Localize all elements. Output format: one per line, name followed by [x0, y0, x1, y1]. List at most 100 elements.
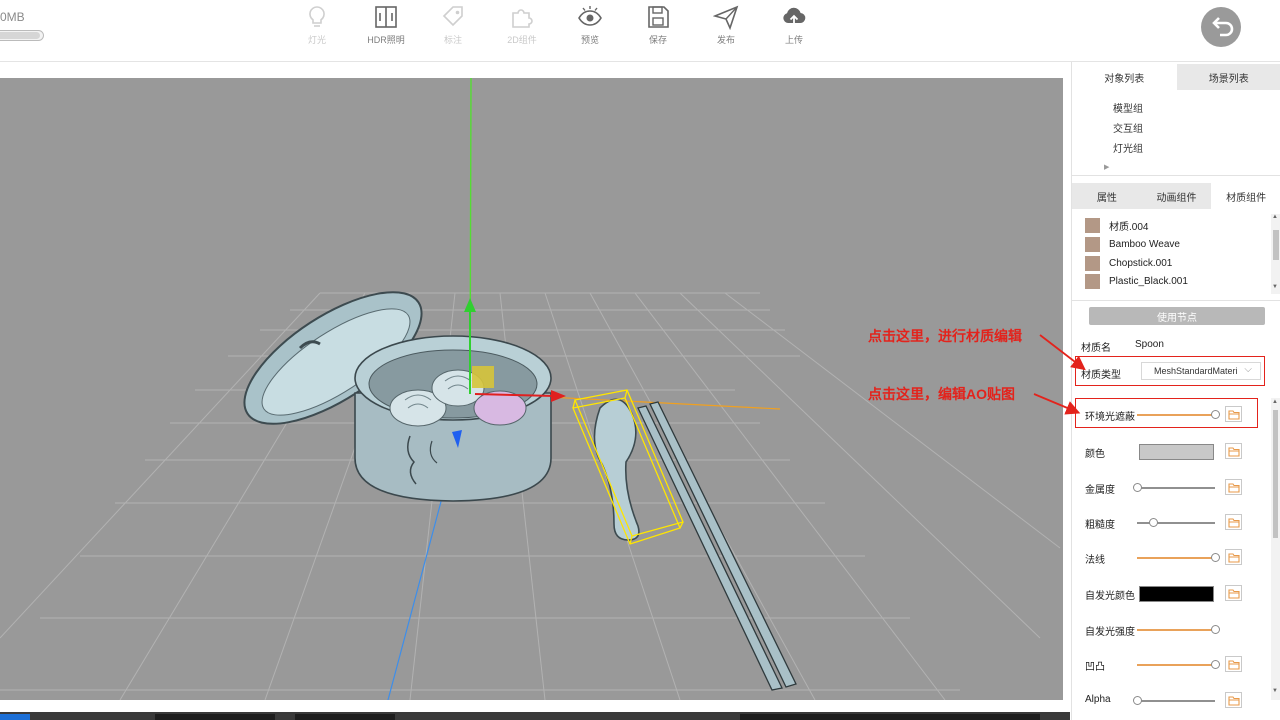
2d-component-tool-button[interactable]: 2D组件	[490, 2, 554, 52]
highlight-box-material-type	[1075, 356, 1265, 386]
preview-tool-button[interactable]: 预览	[558, 2, 622, 52]
object-scene-tabs: 对象列表 场景列表	[1072, 64, 1280, 90]
highlight-box-ao	[1075, 398, 1258, 428]
divider	[1072, 300, 1280, 301]
property-slider-knob[interactable]	[1133, 696, 1142, 705]
property-label: 颜色	[1085, 449, 1105, 460]
tree-item-interaction-group[interactable]: 交互组	[1113, 120, 1143, 135]
annotation-callout-ao-map: 点击这里，编辑AO贴图	[868, 386, 1015, 402]
texture-folder-button[interactable]	[1225, 549, 1242, 565]
property-slider-track[interactable]	[1137, 629, 1215, 631]
spoon	[593, 398, 640, 541]
properties-panel: 对象列表 场景列表 ▶ 模型组 交互组 灯光组 属性 动画组件 材质组件 材质.…	[1071, 62, 1280, 720]
property-label: 金属度	[1085, 485, 1115, 496]
tab-animation-component[interactable]: 动画组件	[1141, 183, 1212, 209]
property-slider-knob[interactable]	[1211, 625, 1220, 634]
properties-scrollbar[interactable]: ▲ ▼	[1271, 398, 1280, 700]
taskbar-segment	[0, 714, 30, 720]
material-name: 材质.004	[1109, 221, 1149, 233]
memory-usage-fill	[0, 32, 40, 39]
property-slider-knob[interactable]	[1211, 553, 1220, 562]
tree-item-light-group[interactable]: 灯光组	[1113, 140, 1143, 155]
back-arrow-icon	[1212, 17, 1234, 37]
save-icon	[648, 6, 669, 28]
use-nodes-button[interactable]: 使用节点	[1089, 307, 1265, 325]
property-slider-knob[interactable]	[1211, 660, 1220, 669]
property-slider-knob[interactable]	[1133, 483, 1142, 492]
memory-usage-bar	[0, 30, 44, 41]
texture-folder-button[interactable]	[1225, 585, 1242, 601]
material-name-value: Spoon	[1135, 339, 1164, 350]
scroll-up-icon[interactable]: ▲	[1272, 399, 1278, 405]
property-slider-track[interactable]	[1137, 487, 1215, 489]
scroll-down-icon[interactable]: ▼	[1272, 688, 1278, 694]
expand-arrow-icon[interactable]: ▶	[1104, 163, 1109, 171]
material-item[interactable]: Chopstick.001	[1085, 254, 1172, 272]
tree-item-model-group[interactable]: 模型组	[1113, 100, 1143, 115]
cloud-upload-icon	[783, 7, 806, 26]
property-slider-knob[interactable]	[1148, 518, 1158, 527]
annotation-tool-button[interactable]: 标注	[421, 2, 485, 52]
upload-tool-button[interactable]: 上传	[762, 2, 826, 52]
lighting-tool-button[interactable]: 灯光	[285, 2, 349, 52]
texture-folder-button[interactable]	[1225, 692, 1242, 708]
send-icon	[713, 5, 739, 30]
annotation-callout-material-edit: 点击这里，进行材质编辑	[868, 328, 1022, 344]
taskbar-segment	[740, 714, 1040, 720]
material-list-scrollbar[interactable]: ▲ ▼	[1271, 214, 1280, 294]
tab-material-component[interactable]: 材质组件	[1211, 183, 1280, 209]
save-tool-button[interactable]: 保存	[626, 2, 690, 52]
property-label: Alpha	[1085, 694, 1111, 705]
property-slider-track[interactable]	[1137, 700, 1215, 702]
lighting-tool-label: 灯光	[307, 35, 326, 45]
property-label: 自发光颜色	[1085, 591, 1135, 602]
upload-tool-label: 上传	[784, 35, 803, 45]
memory-usage-label: 0MB	[0, 10, 25, 24]
lightbulb-icon	[309, 6, 325, 27]
hdr-lighting-icon	[375, 6, 397, 28]
folder-icon	[1228, 447, 1240, 457]
chopsticks	[637, 401, 797, 691]
texture-folder-button[interactable]	[1225, 479, 1242, 495]
taskbar-segment	[155, 714, 275, 720]
publish-tool-button[interactable]: 发布	[694, 2, 758, 52]
hdr-lighting-tool-label: HDR照明	[367, 35, 405, 45]
folder-icon	[1228, 660, 1240, 670]
publish-tool-label: 发布	[716, 35, 735, 45]
property-label: 凹凸	[1085, 662, 1105, 673]
material-name-label: 材质名	[1081, 343, 1111, 354]
top-toolbar: 0MB 灯光 HDR照明 标注 2D组件 预览 保存 发布 上传	[0, 0, 1280, 62]
material-swatch	[1085, 236, 1100, 252]
texture-folder-button[interactable]	[1225, 443, 1242, 459]
property-color-swatch[interactable]	[1139, 444, 1214, 460]
scrollbar-thumb[interactable]	[1273, 410, 1278, 538]
property-label: 自发光强度	[1085, 627, 1135, 638]
property-label: 法线	[1085, 555, 1105, 566]
material-swatch	[1085, 273, 1100, 289]
puzzle-icon	[512, 9, 533, 28]
property-slider-track[interactable]	[1137, 557, 1215, 559]
property-color-swatch[interactable]	[1139, 586, 1214, 602]
material-item[interactable]: Plastic_Black.001	[1085, 272, 1188, 290]
material-swatch	[1085, 217, 1100, 233]
save-tool-label: 保存	[648, 35, 667, 45]
scroll-up-icon[interactable]: ▲	[1272, 214, 1278, 220]
folder-icon	[1228, 518, 1240, 528]
material-swatch	[1085, 255, 1100, 271]
tab-properties[interactable]: 属性	[1072, 183, 1142, 209]
annotation-tool-label: 标注	[443, 35, 462, 45]
scrollbar-thumb[interactable]	[1273, 230, 1279, 260]
scroll-down-icon[interactable]: ▼	[1272, 284, 1278, 290]
back-button[interactable]	[1201, 7, 1241, 47]
property-slider-track[interactable]	[1137, 664, 1215, 666]
material-item[interactable]: 材质.004	[1085, 216, 1148, 234]
tab-object-list[interactable]: 对象列表	[1072, 64, 1177, 90]
folder-icon	[1228, 553, 1240, 563]
texture-folder-button[interactable]	[1225, 656, 1242, 672]
material-list: 材质.004 Bamboo Weave Chopstick.001 Plasti…	[1078, 214, 1280, 298]
hdr-lighting-tool-button[interactable]: HDR照明	[354, 2, 418, 52]
taskbar-segment	[295, 714, 395, 720]
tab-scene-list[interactable]: 场景列表	[1176, 64, 1280, 90]
texture-folder-button[interactable]	[1225, 514, 1242, 530]
material-item[interactable]: Bamboo Weave	[1085, 235, 1180, 253]
